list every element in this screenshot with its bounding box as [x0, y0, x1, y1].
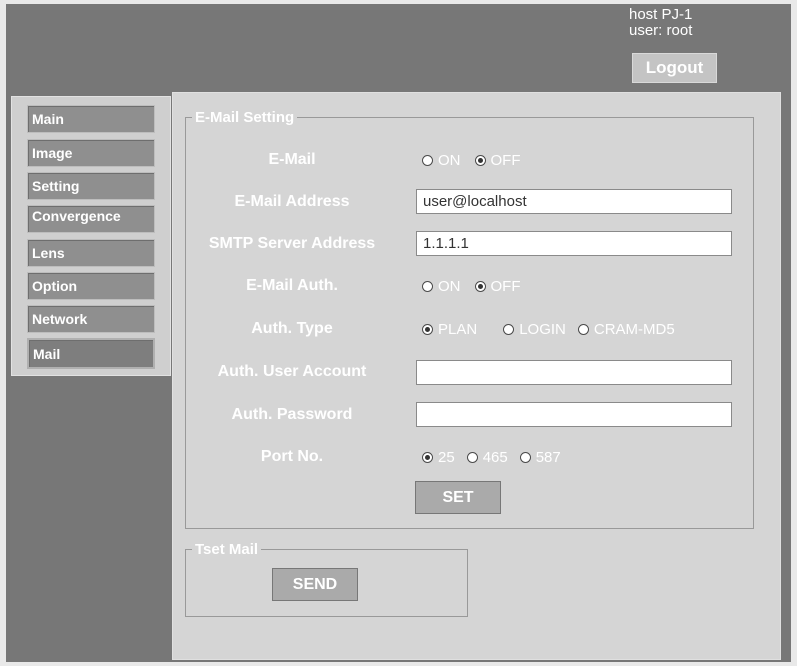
- email-on-radio[interactable]: ON: [422, 152, 461, 169]
- sidebar-item-setting[interactable]: Setting: [27, 172, 155, 200]
- smtp-server-input[interactable]: [416, 231, 732, 256]
- radio-label: ON: [438, 278, 461, 295]
- radio-unchecked-icon: [422, 155, 433, 166]
- email-auth-off-radio[interactable]: OFF: [474, 278, 521, 295]
- email-auth-radio-group: ON OFF: [422, 278, 535, 295]
- auth-user-input[interactable]: [416, 360, 732, 385]
- radio-label: 587: [535, 449, 561, 466]
- email-auth-on-radio[interactable]: ON: [422, 278, 461, 295]
- radio-checked-icon: [474, 281, 486, 292]
- host-info: host PJ-1 user: root: [629, 7, 692, 39]
- email-off-radio[interactable]: OFF: [474, 152, 521, 169]
- host-name: host PJ-1: [629, 6, 693, 23]
- email-address-input[interactable]: [416, 189, 732, 214]
- email-auth-label: E-Mail Auth.: [246, 277, 338, 294]
- send-button[interactable]: SEND: [272, 568, 358, 601]
- radio-label: CRAM-MD5: [593, 321, 675, 338]
- radio-label: 465: [482, 449, 508, 466]
- radio-label: OFF: [490, 152, 521, 169]
- auth-user-label: Auth. User Account: [217, 363, 367, 380]
- test-mail-group: Tset Mail SEND: [185, 541, 468, 617]
- app-window: host PJ-1 user: root Logout Main Image S…: [6, 4, 791, 662]
- sidebar-item-convergence[interactable]: Convergence: [27, 205, 155, 233]
- radio-checked-icon: [474, 155, 486, 166]
- sidebar-item-mail[interactable]: Mail: [27, 338, 155, 369]
- smtp-server-label: SMTP Server Address: [208, 235, 376, 252]
- auth-type-login-radio[interactable]: LOGIN: [503, 321, 566, 338]
- email-radio-group: ON OFF: [422, 152, 535, 169]
- user-name: user: root: [629, 22, 693, 39]
- port-587-radio[interactable]: 587: [519, 449, 561, 466]
- email-label: E-Mail: [268, 151, 316, 168]
- auth-password-label: Auth. Password: [231, 406, 353, 423]
- email-address-label: E-Mail Address: [234, 193, 350, 210]
- radio-unchecked-icon: [519, 452, 531, 463]
- radio-label: ON: [438, 152, 461, 169]
- radio-label: PLAN: [438, 321, 478, 338]
- radio-label: OFF: [490, 278, 521, 295]
- test-mail-legend: Tset Mail: [195, 541, 259, 558]
- sidebar-item-lens[interactable]: Lens: [27, 239, 155, 267]
- port-465-radio[interactable]: 465: [466, 449, 508, 466]
- sidebar-item-main[interactable]: Main: [27, 105, 155, 133]
- radio-unchecked-icon: [466, 452, 478, 463]
- main-panel: E-Mail Setting E-Mail ON OFF E-Mail Addr…: [172, 92, 781, 660]
- sidebar-item-option[interactable]: Option: [27, 272, 155, 300]
- port-25-radio[interactable]: 25: [422, 449, 455, 466]
- logout-button[interactable]: Logout: [632, 53, 717, 83]
- sidebar-item-network[interactable]: Network: [27, 305, 155, 333]
- auth-type-cram-md5-radio[interactable]: CRAM-MD5: [577, 321, 675, 338]
- auth-password-input[interactable]: [416, 402, 732, 427]
- radio-checked-icon: [422, 324, 433, 335]
- radio-unchecked-icon: [503, 324, 515, 335]
- sidebar-item-image[interactable]: Image: [27, 139, 155, 167]
- email-setting-legend: E-Mail Setting: [195, 109, 295, 126]
- set-button[interactable]: SET: [415, 481, 501, 514]
- radio-label: 25: [438, 449, 455, 466]
- auth-type-plan-radio[interactable]: PLAN: [422, 321, 477, 338]
- radio-label: LOGIN: [519, 321, 566, 338]
- radio-unchecked-icon: [422, 281, 433, 292]
- radio-unchecked-icon: [577, 324, 589, 335]
- port-label: Port No.: [260, 448, 324, 465]
- auth-type-radio-group: PLAN LOGIN CRAM-MD5: [422, 321, 689, 338]
- port-radio-group: 25 465 587: [422, 449, 575, 466]
- auth-type-label: Auth. Type: [251, 320, 333, 337]
- radio-checked-icon: [422, 452, 433, 463]
- sidebar: Main Image Setting Convergence Lens Opti…: [11, 96, 171, 376]
- email-setting-group: E-Mail Setting E-Mail ON OFF E-Mail Addr…: [185, 109, 754, 529]
